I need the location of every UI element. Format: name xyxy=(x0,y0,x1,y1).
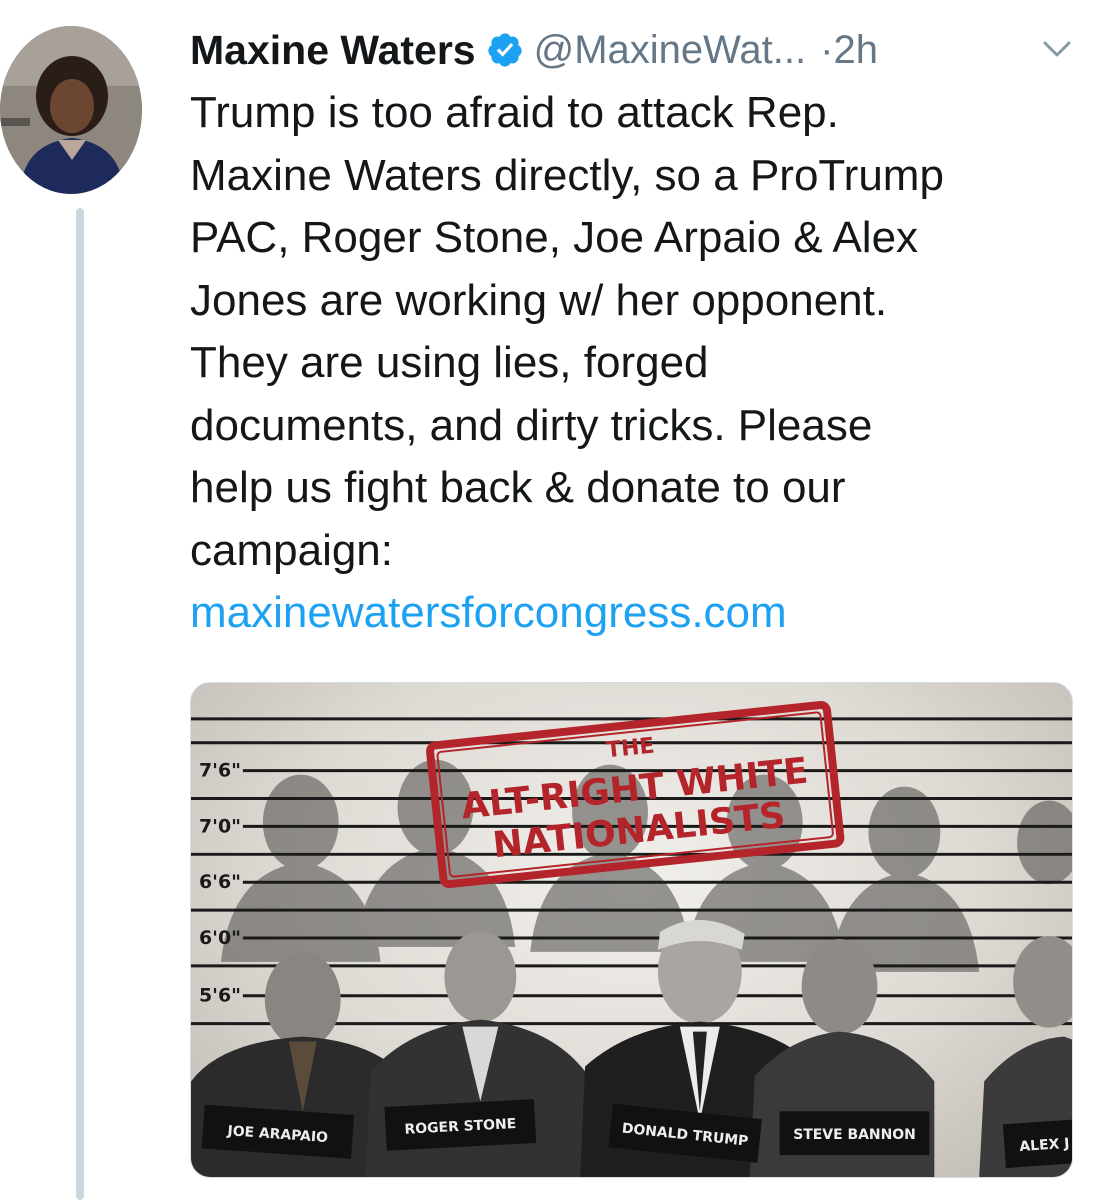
thread-line xyxy=(76,208,84,1200)
tweet-text-line: Trump is too afraid to attack Rep. xyxy=(190,88,839,137)
name-plate: STEVE BANNON xyxy=(793,1127,916,1143)
tweet-text-line: They are using lies, forged xyxy=(190,338,709,387)
avatar-photo xyxy=(0,26,142,194)
tweet-text-line: PAC, Roger Stone, Joe Arpaio & Alex xyxy=(190,213,919,262)
height-mark: 6'6" xyxy=(199,871,241,893)
author-name[interactable]: Maxine Waters xyxy=(190,27,476,74)
height-mark: 6'0" xyxy=(199,927,241,949)
tweet-media-image[interactable]: 7'6" 7'0" 6'6" 6'0" 5'6" THE ALT-RIGHT W… xyxy=(190,682,1073,1178)
tweet: Maxine Waters @MaxineWat... · 2h Trump i… xyxy=(0,0,1101,1200)
tweet-text-line: Jones are working w/ her opponent. xyxy=(190,275,888,325)
tweet-text-line: documents, and dirty tricks. Please xyxy=(190,400,873,450)
height-mark: 7'6" xyxy=(199,760,241,782)
chevron-down-icon[interactable] xyxy=(1041,36,1073,62)
separator-dot: · xyxy=(820,27,834,72)
height-mark: 7'0" xyxy=(199,815,241,837)
stamp-top-text: THE xyxy=(605,734,656,764)
avatar[interactable] xyxy=(0,26,142,194)
tweet-time[interactable]: 2h xyxy=(833,28,878,73)
tweet-text: Trump is too afraid to attack Rep. Maxin… xyxy=(190,82,1090,645)
tweet-text-line: campaign: xyxy=(190,525,394,575)
tweet-text-line: help us fight back & donate to our xyxy=(190,463,846,512)
campaign-link[interactable]: maxinewatersforcongress.com xyxy=(190,582,1090,645)
height-mark: 5'6" xyxy=(199,985,241,1007)
tweet-header: Maxine Waters @MaxineWat... · 2h xyxy=(190,22,1077,78)
tweet-text-line: Maxine Waters directly, so a ProTrump xyxy=(190,150,944,200)
verified-badge-icon xyxy=(486,31,524,69)
author-handle[interactable]: @MaxineWat... xyxy=(534,28,807,73)
